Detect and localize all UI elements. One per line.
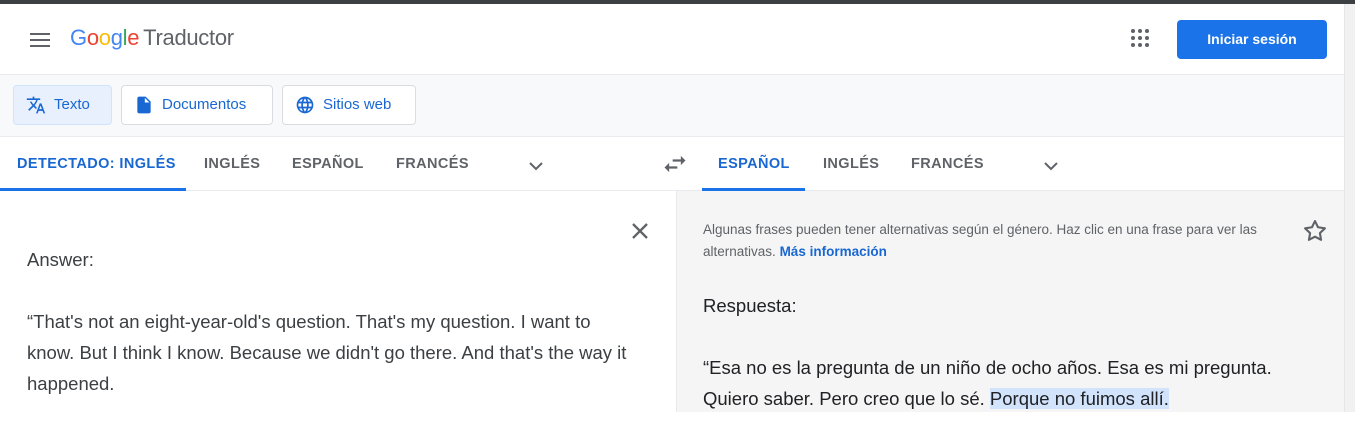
mode-toolbar: Texto Documentos Sitios web: [0, 75, 1344, 137]
source-textarea[interactable]: Answer: “That's not an eight-year-old's …: [27, 244, 627, 430]
globe-icon: [296, 96, 314, 114]
apps-dot: [1138, 29, 1142, 33]
apps-grid-icon: [1131, 29, 1135, 33]
apps-dot: [1145, 29, 1149, 33]
source-lang-spanish-tab[interactable]: ESPAÑOL: [292, 137, 364, 191]
logo-letter: g: [110, 25, 123, 50]
source-lang-english-tab[interactable]: INGLÉS: [204, 137, 260, 191]
translation-pane: Algunas frases pueden tener alternativas…: [676, 191, 1344, 412]
menu-icon: [30, 33, 50, 35]
menu-icon-bar: [30, 45, 50, 47]
google-apps-button[interactable]: [1126, 24, 1158, 56]
translation-segment[interactable]: “Esa no es la pregunta de un niño de och…: [703, 357, 1272, 409]
apps-dot: [1131, 43, 1135, 47]
source-text-pane[interactable]: Answer: “That's not an eight-year-old's …: [0, 191, 676, 412]
logo-letter: o: [98, 25, 111, 50]
google-translate-logo[interactable]: Google Traductor: [70, 25, 234, 51]
source-lang-french-tab[interactable]: FRANCÉS: [396, 137, 469, 191]
apps-dot: [1145, 43, 1149, 47]
logo-letter: o: [86, 25, 99, 50]
source-paragraph: Answer:: [27, 249, 94, 270]
mode-documents-label: Documentos: [162, 96, 247, 113]
apps-dot: [1145, 36, 1149, 40]
mode-websites-label: Sitios web: [323, 96, 392, 113]
language-bar: DETECTADO: INGLÉS INGLÉS ESPAÑOL FRANCÉS…: [0, 137, 1344, 191]
logo-letter: G: [70, 25, 87, 50]
swap-languages-icon[interactable]: [660, 150, 690, 178]
apps-dot: [1131, 36, 1135, 40]
product-name: Traductor: [143, 25, 234, 50]
gender-alternatives-notice: Algunas frases pueden tener alternativas…: [703, 219, 1273, 263]
translation-paragraph: Respuesta:: [703, 295, 797, 316]
save-translation-star-icon[interactable]: [1301, 217, 1329, 245]
apps-dot: [1138, 36, 1142, 40]
apps-dot: [1138, 43, 1142, 47]
target-more-languages-chevron-down-icon[interactable]: [1039, 154, 1063, 178]
menu-icon-bar: [30, 39, 50, 41]
mode-text-button[interactable]: Texto: [13, 85, 112, 125]
mode-websites-button[interactable]: Sitios web: [282, 85, 416, 125]
mode-text-label: Texto: [54, 96, 90, 113]
mode-documents-button[interactable]: Documentos: [121, 85, 273, 125]
target-lang-french-tab[interactable]: FRANCÉS: [911, 137, 984, 191]
source-paragraph: “That's not an eight-year-old's question…: [27, 311, 627, 394]
logo-letter: e: [127, 25, 140, 50]
target-lang-spanish-tab[interactable]: ESPAÑOL: [718, 137, 790, 191]
app-header: Google Traductor Iniciar sesión: [0, 4, 1344, 75]
translation-output[interactable]: Respuesta: “Esa no es la pregunta de un …: [703, 290, 1303, 445]
translation-paragraph: “Esa no es la pregunta de un niño de och…: [703, 352, 1303, 414]
more-info-link[interactable]: Más información: [780, 244, 887, 259]
target-lang-english-tab[interactable]: INGLÉS: [823, 137, 879, 191]
page-scrollbar[interactable]: [1344, 4, 1355, 412]
document-icon: [137, 96, 151, 114]
translate-icon: [26, 96, 46, 114]
sign-in-button[interactable]: Iniciar sesión: [1177, 20, 1327, 59]
main-menu-button[interactable]: [20, 22, 58, 58]
source-more-languages-chevron-down-icon[interactable]: [524, 154, 548, 178]
source-lang-detected-tab[interactable]: DETECTADO: INGLÉS: [17, 137, 176, 191]
translation-segment-highlighted[interactable]: Porque no fuimos allí.: [989, 388, 1169, 409]
clear-source-close-icon[interactable]: [626, 217, 654, 245]
